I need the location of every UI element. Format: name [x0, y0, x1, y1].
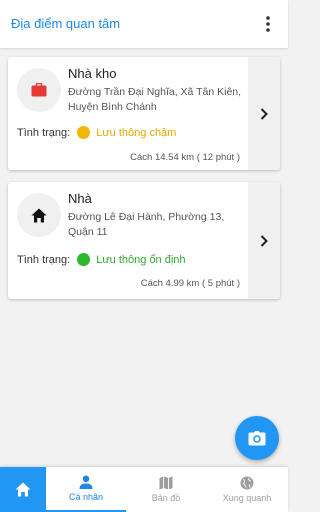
status-dot: [77, 253, 91, 266]
status-text: Lưu thông ổn định: [96, 253, 186, 266]
nav-home-button[interactable]: [0, 467, 46, 512]
more-vert-icon: [266, 16, 270, 32]
status-dot: [77, 126, 91, 139]
chevron-right-icon: [260, 234, 268, 247]
map-icon: [159, 476, 173, 490]
place-avatar: [17, 68, 61, 112]
bottom-nav: Cá nhân Bản đồ Xung quanh: [0, 467, 288, 512]
open-place-button[interactable]: [248, 182, 280, 299]
status-row: Tình trạng: Lưu thông chậm: [17, 126, 176, 139]
open-place-button[interactable]: [248, 57, 280, 170]
camera-button[interactable]: [235, 416, 279, 460]
globe-icon: [240, 476, 254, 490]
place-address: Đường Trần Đại Nghĩa, Xã Tân Kiên, Huyện…: [68, 86, 242, 113]
tab-label: Bản đồ: [151, 493, 181, 503]
camera-icon: [248, 430, 266, 445]
home-icon: [31, 208, 47, 222]
page-title: Địa điểm quan tâm: [11, 16, 121, 31]
distance-text: Cách 4.99 km ( 5 phút ): [140, 278, 240, 289]
home-icon: [15, 482, 31, 497]
person-icon: [79, 475, 93, 489]
more-options-button[interactable]: [256, 12, 280, 36]
place-name: Nhà: [68, 191, 92, 206]
place-card-warehouse[interactable]: Nhà kho Đường Trần Đại Nghĩa, Xã Tân Kiê…: [8, 57, 280, 170]
status-row: Tình trạng: Lưu thông ổn định: [17, 253, 186, 266]
tab-label: Cá nhân: [68, 492, 104, 502]
tab-around[interactable]: Xung quanh: [206, 467, 288, 512]
place-name: Nhà kho: [68, 66, 117, 81]
place-avatar: [17, 193, 61, 237]
distance-text: Cách 14.54 km ( 12 phút ): [130, 152, 240, 163]
place-card-home[interactable]: Nhà Đường Lê Đại Hành, Phường 13, Quận 1…: [8, 182, 280, 299]
tab-personal[interactable]: Cá nhân: [46, 467, 126, 512]
tab-label: Xung quanh: [222, 493, 272, 503]
chevron-right-icon: [260, 107, 268, 120]
briefcase-icon: [31, 83, 47, 97]
tab-map[interactable]: Bản đồ: [126, 467, 206, 512]
status-label: Tình trạng:: [17, 126, 71, 139]
place-address: Đường Lê Đại Hành, Phường 13, Quận 11: [68, 211, 225, 238]
status-label: Tình trạng:: [17, 253, 71, 266]
app-bar: Địa điểm quan tâm: [0, 0, 288, 48]
status-text: Lưu thông chậm: [96, 126, 177, 139]
